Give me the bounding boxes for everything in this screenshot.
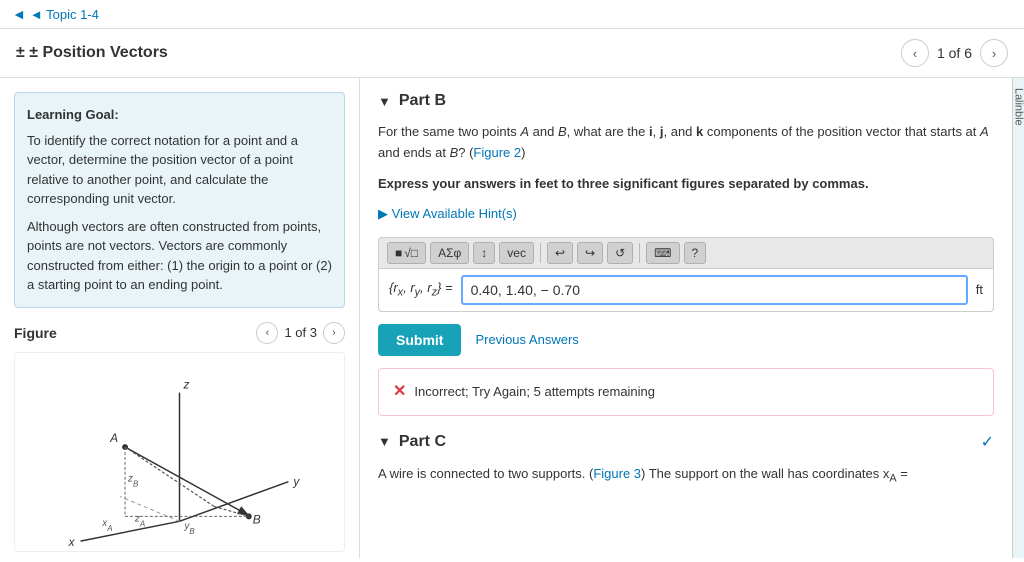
toolbar-vec-btn[interactable]: vec bbox=[499, 242, 534, 264]
figure-prev-button[interactable]: ‹ bbox=[256, 322, 278, 344]
answer-label: {rx, ry, rz} = bbox=[389, 278, 453, 302]
toolbar-matrix-btn[interactable]: ■ √□ bbox=[387, 242, 426, 264]
sqrt-icon: √□ bbox=[404, 246, 418, 260]
next-page-button[interactable]: › bbox=[980, 39, 1008, 67]
svg-text:A: A bbox=[109, 431, 118, 445]
figure3-link[interactable]: Figure 3 bbox=[593, 466, 641, 481]
figure2-link[interactable]: Figure 2 bbox=[473, 145, 521, 160]
answer-row: {rx, ry, rz} = ft bbox=[378, 268, 994, 312]
figure-page-info: 1 of 3 bbox=[284, 325, 317, 340]
toolbar-greek-btn[interactable]: ΑΣφ bbox=[430, 242, 469, 264]
problem-header: ± ± Position Vectors ‹ 1 of 6 › bbox=[0, 29, 1024, 78]
page-info: 1 of 6 bbox=[937, 45, 972, 61]
toolbar-sep1 bbox=[540, 243, 541, 263]
edge-text-la: La bbox=[1013, 88, 1024, 100]
figure-pagination: ‹ 1 of 3 › bbox=[256, 322, 345, 344]
svg-text:x: x bbox=[68, 535, 76, 549]
part-c-label: Part C bbox=[399, 433, 446, 451]
figure-svg: z y x A B bbox=[15, 353, 344, 551]
submit-button[interactable]: Submit bbox=[378, 324, 461, 356]
part-c-content: A wire is connected to two supports. (Fi… bbox=[378, 464, 994, 488]
figure-header: Figure ‹ 1 of 3 › bbox=[14, 322, 345, 344]
pagination: ‹ 1 of 6 › bbox=[901, 39, 1008, 67]
back-arrow: ◄ bbox=[12, 6, 26, 22]
svg-text:zB: zB bbox=[127, 473, 138, 488]
svg-text:yB: yB bbox=[183, 521, 194, 536]
toolbar-sep2 bbox=[639, 243, 640, 263]
part-b-content: For the same two points A and B, what ar… bbox=[378, 122, 994, 416]
toolbar-reset-btn[interactable]: ↺ bbox=[607, 242, 633, 264]
part-b-header[interactable]: ▼ Part B bbox=[378, 92, 994, 110]
part-c-check: ✓ bbox=[981, 432, 994, 452]
learning-goal-p1: To identify the correct notation for a p… bbox=[27, 131, 332, 209]
toolbar-keyboard-btn[interactable]: ⌨ bbox=[646, 242, 679, 264]
part-c-section: ▼ Part C ✓ A wire is connected to two su… bbox=[378, 432, 994, 488]
toolbar-help-btn[interactable]: ? bbox=[684, 242, 707, 264]
edge-text-ble: ble bbox=[1013, 111, 1024, 126]
part-b-instructions: Express your answers in feet to three si… bbox=[378, 174, 994, 195]
prev-page-button[interactable]: ‹ bbox=[901, 39, 929, 67]
learning-goal-p2: Although vectors are often constructed f… bbox=[27, 217, 332, 295]
svg-text:y: y bbox=[292, 474, 300, 488]
error-box: ✕ Incorrect; Try Again; 5 attempts remai… bbox=[378, 368, 994, 416]
right-edge-bar: La lin ble bbox=[1012, 78, 1024, 558]
plus-icon: ± bbox=[16, 44, 29, 61]
figure-label: Figure bbox=[14, 325, 57, 341]
main-container: Learning Goal: To identify the correct n… bbox=[0, 78, 1024, 558]
part-b-question: For the same two points A and B, what ar… bbox=[378, 122, 994, 164]
figure-area: z y x A B bbox=[14, 352, 345, 552]
topic-link[interactable]: ◄ Topic 1-4 bbox=[30, 7, 99, 22]
error-icon: ✕ bbox=[393, 379, 406, 405]
svg-text:B: B bbox=[253, 512, 261, 526]
svg-text:xA: xA bbox=[101, 518, 112, 533]
toolbar-updown-btn[interactable]: ↕ bbox=[473, 242, 495, 264]
learning-goal-box: Learning Goal: To identify the correct n… bbox=[14, 92, 345, 308]
svg-text:z: z bbox=[182, 377, 189, 391]
toolbar-undo-btn[interactable]: ↩ bbox=[547, 242, 573, 264]
part-c-intro: A wire is connected to two supports. (Fi… bbox=[378, 464, 994, 488]
title-text: ± Position Vectors bbox=[29, 44, 168, 61]
toolbar-redo-btn[interactable]: ↪ bbox=[577, 242, 603, 264]
part-b-label: Part B bbox=[399, 92, 446, 110]
learning-goal-title: Learning Goal: bbox=[27, 105, 332, 125]
math-toolbar: ■ √□ ΑΣφ ↕ vec ↩ ↪ ↺ ⌨ ? bbox=[378, 237, 994, 268]
prev-answers-link[interactable]: Previous Answers bbox=[475, 330, 578, 351]
answer-unit: ft bbox=[976, 280, 983, 301]
answer-input[interactable] bbox=[461, 275, 968, 305]
svg-text:zA: zA bbox=[134, 513, 145, 528]
left-panel: Learning Goal: To identify the correct n… bbox=[0, 78, 360, 558]
part-b-arrow: ▼ bbox=[378, 94, 391, 109]
problem-title: ± ± Position Vectors bbox=[16, 44, 168, 62]
top-nav: ◄ ◄ Topic 1-4 bbox=[0, 0, 1024, 29]
part-b-section: ▼ Part B For the same two points A and B… bbox=[378, 92, 994, 416]
error-text: Incorrect; Try Again; 5 attempts remaini… bbox=[414, 382, 655, 403]
submit-row: Submit Previous Answers bbox=[378, 324, 994, 356]
edge-text-lin: lin bbox=[1013, 100, 1024, 111]
part-c-arrow: ▼ bbox=[378, 434, 391, 449]
right-panel: ▼ Part B For the same two points A and B… bbox=[360, 78, 1012, 558]
part-c-header[interactable]: ▼ Part C ✓ bbox=[378, 432, 994, 452]
matrix-icon: ■ bbox=[395, 246, 402, 260]
figure-next-button[interactable]: › bbox=[323, 322, 345, 344]
hint-link[interactable]: ▶ View Available Hint(s) bbox=[378, 204, 994, 225]
